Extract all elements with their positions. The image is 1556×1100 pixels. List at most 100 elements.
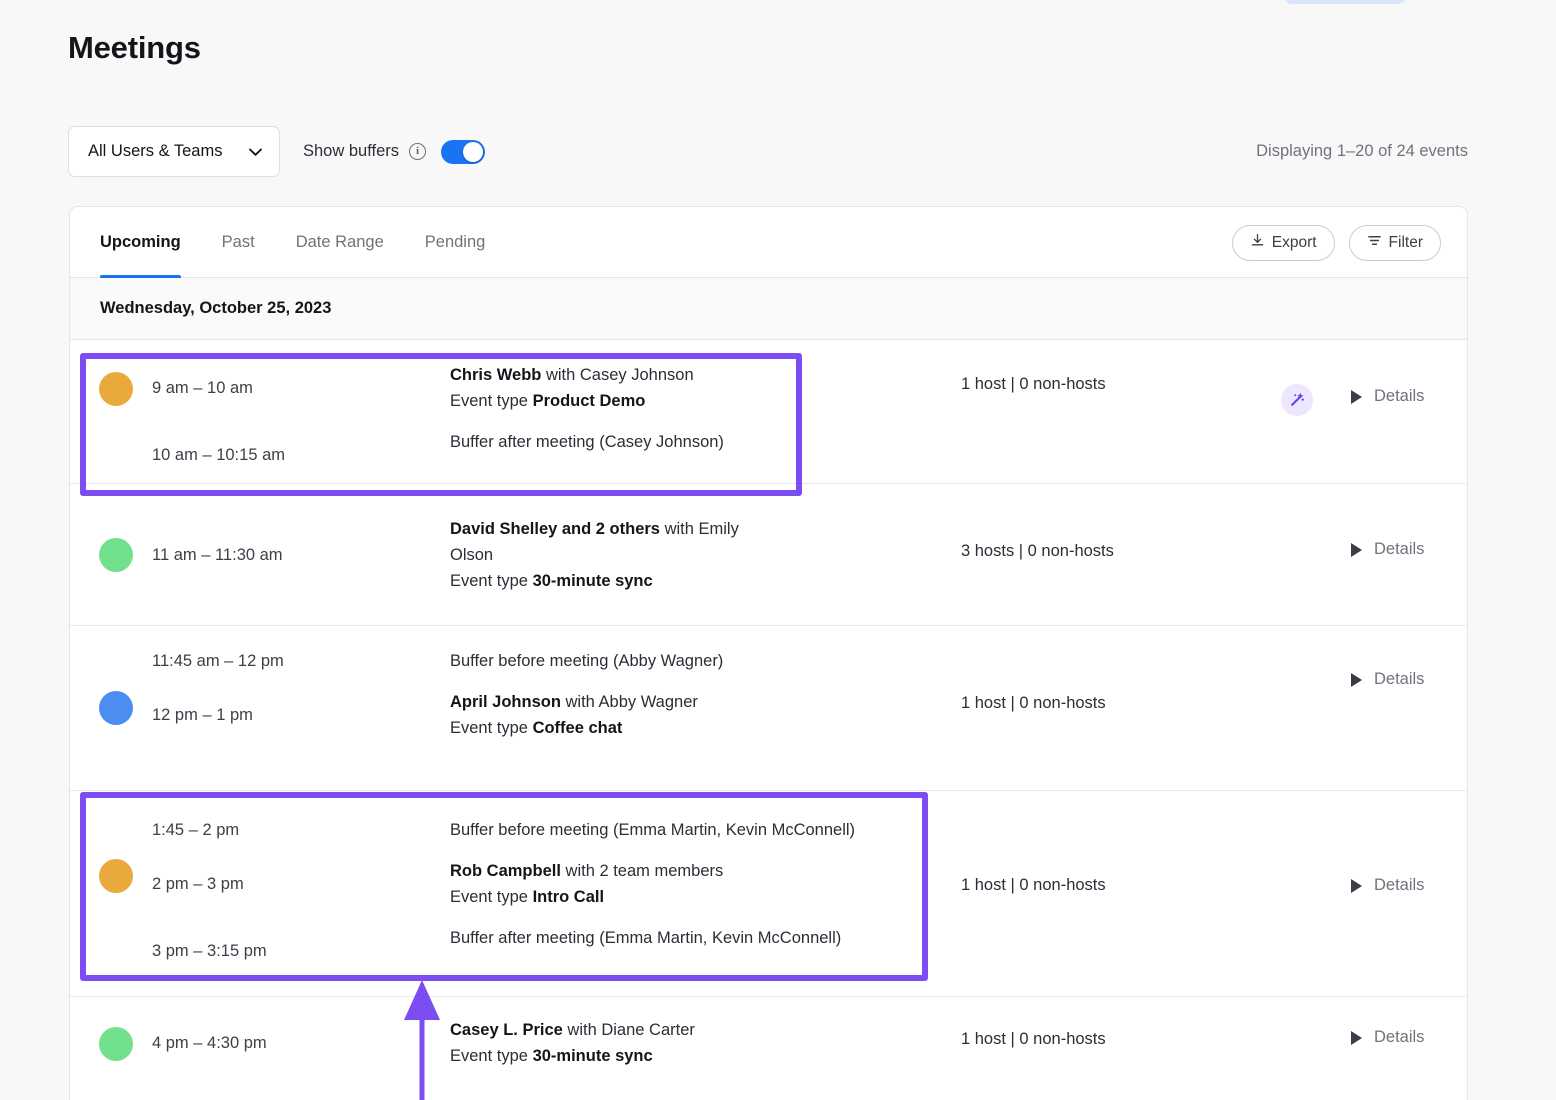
- tabs-row: Upcoming Past Date Range Pending Export …: [70, 207, 1467, 278]
- event-invitee-line: April Johnson with Abby Wagner: [450, 689, 927, 715]
- event-host-rest: with 2 team members: [560, 862, 724, 880]
- buffer-after-time: 3 pm – 3:15 pm: [152, 942, 267, 960]
- details-label: Details: [1374, 1028, 1425, 1046]
- event-host-rest: with Casey Johnson: [541, 366, 694, 384]
- event-host-name: Casey L. Price: [450, 1021, 563, 1039]
- event-color-dot: [99, 372, 133, 406]
- buffer-after-line: Buffer after meeting (Emma Martin, Kevin…: [450, 929, 842, 947]
- event-type-line: Event type Coffee chat: [450, 715, 927, 741]
- play-triangle-icon: [1351, 389, 1362, 404]
- details-button[interactable]: Details: [1351, 540, 1424, 559]
- info-icon[interactable]: i: [409, 143, 427, 160]
- event-type-line: Event type Intro Call: [450, 884, 927, 910]
- buffer-before-time: 1:45 – 2 pm: [152, 821, 240, 839]
- all-users-teams-value: All Users & Teams: [88, 142, 223, 160]
- event-color-dot: [99, 1027, 133, 1061]
- play-triangle-icon: [1351, 878, 1362, 893]
- date-group-header: Wednesday, October 25, 2023: [70, 278, 1467, 340]
- event-time: 11 am – 11:30 am: [152, 546, 283, 564]
- buffer-line: Buffer before meeting (Abby Wagner): [450, 652, 724, 670]
- event-host-rest: with Abby Wagner: [560, 693, 698, 711]
- details-button[interactable]: Details: [1351, 670, 1424, 689]
- event-time-cell: 11 am – 11:30 am: [140, 484, 450, 625]
- details-button[interactable]: Details: [1351, 1028, 1424, 1047]
- event-type-line: Event type 30-minute sync: [450, 568, 927, 594]
- event-time: 4 pm – 4:30 pm: [152, 1034, 267, 1052]
- buffer-before-line: Buffer before meeting (Emma Martin, Kevi…: [450, 821, 856, 839]
- event-host-name: Chris Webb: [450, 366, 542, 384]
- filter-button[interactable]: Filter: [1348, 224, 1441, 261]
- details-button[interactable]: Details: [1351, 876, 1424, 895]
- event-details-cell: Details: [1237, 626, 1467, 790]
- tab-date-range-label: Date Range: [295, 233, 384, 251]
- export-button[interactable]: Export: [1231, 224, 1335, 261]
- event-type-prefix: Event type: [450, 888, 533, 906]
- tab-pending[interactable]: Pending: [425, 207, 486, 278]
- tab-past[interactable]: Past: [222, 207, 255, 278]
- tab-upcoming[interactable]: Upcoming: [100, 207, 181, 278]
- show-buffers-toggle[interactable]: [441, 139, 486, 164]
- top-cutoff-pill: [1284, 0, 1406, 4]
- event-color-cell: [70, 484, 140, 625]
- magic-wand-icon[interactable]: [1281, 384, 1313, 416]
- event-desc-cell: David Shelley and 2 others with Emily Ol…: [450, 484, 947, 625]
- table-row[interactable]: 11:45 am – 12 pm 12 pm – 1 pm Buffer bef…: [70, 626, 1467, 791]
- show-buffers-control: Show buffers i: [303, 126, 486, 177]
- event-color-cell: [70, 340, 140, 483]
- event-hosts-cell: 1 host | 0 non-hosts: [947, 997, 1237, 1100]
- event-details-cell: Details: [1237, 997, 1467, 1100]
- event-time: 12 pm – 1 pm: [152, 706, 253, 724]
- page-title: Meetings: [68, 30, 201, 65]
- tab-upcoming-label: Upcoming: [100, 233, 181, 251]
- event-time-cell: 4 pm – 4:30 pm: [140, 997, 450, 1100]
- chevron-down-icon: [249, 148, 262, 156]
- event-hosts-cell: 1 host | 0 non-hosts: [947, 791, 1237, 996]
- show-buffers-label: Show buffers: [303, 142, 400, 160]
- event-type-value: 30-minute sync: [532, 1047, 653, 1065]
- card-actions: Export Filter: [1231, 207, 1441, 278]
- details-label: Details: [1374, 876, 1425, 894]
- export-label: Export: [1271, 233, 1317, 251]
- event-type-prefix: Event type: [450, 719, 533, 737]
- download-icon: [1250, 233, 1265, 253]
- table-row[interactable]: 1:45 – 2 pm 2 pm – 3 pm 3 pm – 3:15 pm B…: [70, 791, 1467, 997]
- event-type-prefix: Event type: [450, 392, 533, 410]
- filter-label: Filter: [1388, 233, 1423, 251]
- event-desc-cell: Casey L. Price with Diane Carter Event t…: [450, 997, 947, 1100]
- event-time-cell: 9 am – 10 am 10 am – 10:15 am: [140, 340, 450, 483]
- table-row[interactable]: 11 am – 11:30 am David Shelley and 2 oth…: [70, 484, 1467, 626]
- table-row[interactable]: 9 am – 10 am 10 am – 10:15 am Chris Webb…: [70, 340, 1467, 484]
- event-time-cell: 1:45 – 2 pm 2 pm – 3 pm 3 pm – 3:15 pm: [140, 791, 450, 996]
- event-desc-cell: Chris Webb with Casey Johnson Event type…: [450, 340, 947, 483]
- event-details-cell: Details: [1237, 791, 1467, 996]
- event-host-name: David Shelley and 2 others: [450, 520, 660, 538]
- toggle-knob: [463, 141, 484, 162]
- event-type-value: 30-minute sync: [532, 572, 653, 590]
- event-color-cell: [70, 997, 140, 1100]
- hosts-count: 3 hosts | 0 non-hosts: [961, 542, 1114, 560]
- event-time: 9 am – 10 am: [152, 379, 253, 397]
- details-label: Details: [1374, 387, 1425, 405]
- hosts-count: 1 host | 0 non-hosts: [961, 876, 1106, 894]
- event-invitee-line: Chris Webb with Casey Johnson: [450, 362, 927, 388]
- table-row[interactable]: 4 pm – 4:30 pm Casey L. Price with Diane…: [70, 997, 1467, 1100]
- all-users-teams-select[interactable]: All Users & Teams: [68, 126, 280, 177]
- event-invitee-line: Casey L. Price with Diane Carter: [450, 1017, 927, 1043]
- buffer-time: 10 am – 10:15 am: [152, 446, 285, 464]
- event-invitee-line: David Shelley and 2 others with Emily Ol…: [450, 516, 780, 568]
- play-triangle-icon: [1351, 542, 1362, 557]
- filter-bar: All Users & Teams Show buffers i Display…: [68, 126, 1468, 178]
- tab-pending-label: Pending: [424, 233, 486, 251]
- event-color-dot: [99, 538, 133, 572]
- details-label: Details: [1374, 670, 1425, 688]
- details-button[interactable]: Details: [1351, 387, 1424, 406]
- meetings-card: Upcoming Past Date Range Pending Export …: [69, 206, 1468, 1100]
- event-details-cell: Details: [1237, 340, 1467, 483]
- event-color-cell: [70, 791, 140, 996]
- play-triangle-icon: [1351, 1030, 1362, 1045]
- event-type-prefix: Event type: [450, 572, 533, 590]
- tab-date-range[interactable]: Date Range: [296, 207, 384, 278]
- event-time-cell: 11:45 am – 12 pm 12 pm – 1 pm: [140, 626, 450, 790]
- event-desc-cell: Buffer before meeting (Emma Martin, Kevi…: [450, 791, 947, 996]
- event-color-dot: [99, 859, 133, 893]
